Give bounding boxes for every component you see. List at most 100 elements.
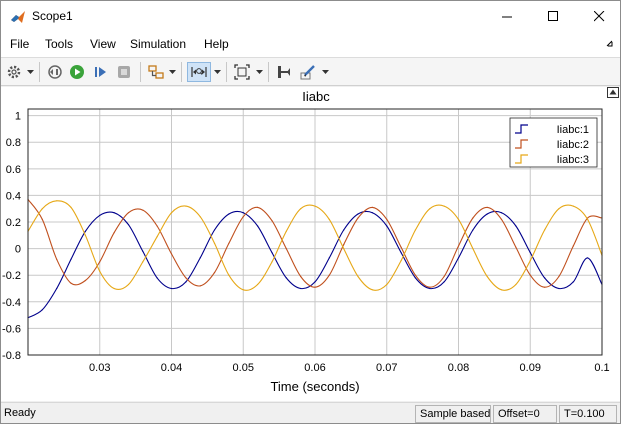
data-point	[328, 218, 330, 220]
cursor-measure-button[interactable]	[274, 62, 294, 82]
close-button[interactable]	[576, 1, 621, 31]
fit-to-view-icon	[234, 64, 250, 80]
highlight-dropdown-icon[interactable]	[169, 67, 176, 77]
data-point	[515, 283, 517, 286]
data-point	[472, 217, 474, 219]
stop-button[interactable]	[114, 62, 134, 82]
data-point	[285, 248, 287, 250]
data-point	[400, 246, 402, 248]
x-tick-label: 0.09	[520, 362, 541, 374]
data-point	[127, 212, 130, 214]
x-tick-label: 0.05	[233, 362, 254, 374]
run-button[interactable]	[67, 62, 87, 82]
edit-dropdown-icon[interactable]	[322, 67, 329, 77]
data-point	[472, 229, 474, 231]
data-point	[185, 205, 187, 207]
data-point	[500, 212, 503, 214]
data-point	[572, 281, 574, 283]
data-point	[529, 252, 531, 254]
legend[interactable]: Iiabc:1 Iiabc:2 Iiabc:3	[509, 117, 598, 168]
title-bar[interactable]: Scope1	[1, 1, 620, 33]
data-point	[113, 287, 115, 290]
restore-button[interactable]	[45, 62, 65, 82]
stop-icon	[118, 66, 130, 78]
highlight-block-button[interactable]	[146, 62, 166, 82]
menu-view[interactable]: View	[90, 37, 116, 51]
y-tick-label: 0	[15, 244, 21, 256]
data-point	[41, 218, 43, 220]
cursor-measure-icon	[278, 66, 290, 78]
minimize-button[interactable]	[484, 1, 530, 31]
y-tick-label: 0.8	[6, 137, 21, 149]
data-point	[99, 270, 101, 272]
data-point	[285, 277, 287, 279]
matlab-logo-icon	[11, 11, 25, 23]
data-point	[314, 286, 316, 288]
data-point	[84, 230, 86, 232]
data-point	[142, 261, 144, 263]
fit-to-view-button[interactable]	[232, 62, 252, 82]
chart-title: Iiabc	[302, 89, 330, 104]
menu-help[interactable]: Help	[204, 37, 229, 51]
data-point	[429, 286, 431, 288]
data-point	[170, 212, 173, 214]
data-point	[156, 236, 158, 238]
toolbar-separator	[39, 62, 40, 82]
data-point	[500, 218, 503, 220]
data-point	[371, 206, 373, 208]
data-point	[41, 208, 43, 210]
scope-window: Scope1 File Tools View Simulation Help I…	[0, 0, 621, 424]
legend-label: Iiabc:3	[557, 154, 589, 166]
menu-simulation[interactable]: Simulation	[130, 37, 186, 51]
data-point	[242, 289, 244, 291]
data-point	[84, 279, 86, 282]
data-point	[328, 257, 330, 259]
data-point	[56, 258, 58, 260]
settings-button[interactable]	[4, 62, 24, 82]
x-tick-label: 0.08	[448, 362, 469, 374]
legend-label: Iiabc:2	[557, 139, 589, 151]
status-offset: Offset=0	[493, 405, 557, 423]
data-point	[70, 258, 72, 260]
data-point	[486, 213, 488, 215]
data-point	[443, 205, 445, 207]
data-point	[414, 277, 416, 279]
undock-icon[interactable]	[607, 87, 619, 98]
x-tick-label: 0.1	[594, 362, 609, 374]
legend-label: Iiabc:1	[557, 124, 589, 136]
collapse-menu-icon[interactable]	[606, 40, 614, 48]
data-point	[587, 218, 589, 220]
zoom-time-button[interactable]	[187, 62, 211, 82]
toolbar-separator	[268, 62, 269, 82]
data-point	[371, 289, 373, 291]
data-point	[429, 287, 431, 290]
menu-tools[interactable]: Tools	[45, 37, 73, 51]
y-tick-label: -0.6	[2, 323, 21, 335]
data-point	[113, 232, 115, 234]
data-point	[472, 248, 474, 250]
status-sample-mode: Sample based	[415, 405, 491, 423]
edit-style-button[interactable]	[298, 62, 318, 82]
data-point	[271, 261, 273, 263]
data-point	[213, 272, 216, 274]
run-icon	[70, 65, 84, 79]
data-point	[156, 277, 158, 279]
settings-dropdown-icon[interactable]	[27, 67, 34, 77]
step-forward-button[interactable]	[91, 62, 111, 82]
data-point	[457, 257, 460, 259]
data-point	[544, 229, 546, 231]
zoom-time-icon	[191, 67, 207, 77]
maximize-button[interactable]	[530, 1, 576, 31]
fit-dropdown-icon[interactable]	[256, 67, 263, 77]
data-point	[587, 257, 589, 259]
scope-display[interactable]: Iiabc 0.03 0.04 0.05 0.06 0.07 0.08 0.09 0.1 -0.…	[1, 87, 620, 401]
menu-file[interactable]: File	[10, 37, 29, 51]
data-point	[515, 225, 517, 227]
data-point	[199, 216, 201, 218]
zoom-dropdown-icon[interactable]	[214, 67, 221, 77]
scope-chart[interactable]: Iiabc 0.03 0.04 0.05 0.06 0.07 0.08 0.09 0.1 -0.…	[1, 87, 620, 401]
data-point	[357, 213, 359, 215]
data-point	[400, 252, 402, 254]
data-point	[343, 229, 345, 231]
data-point	[271, 220, 273, 222]
